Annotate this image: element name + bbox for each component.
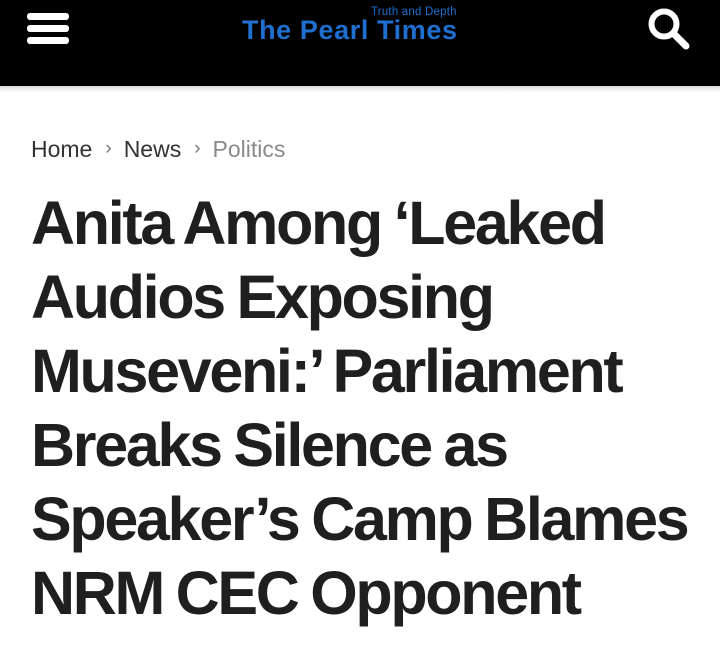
menu-bar [27,13,69,20]
breadcrumb-news-link[interactable]: News [124,136,182,163]
article-title-line: Anita Among ‘Leaked [31,189,607,257]
article-title-line: Museveni:’ Parliament [31,337,624,405]
site-name: The Pearl Times [242,15,458,45]
article-title-line: NRM CEC Opponent [31,559,582,627]
article-title-line: Audios Exposing [31,263,495,331]
menu-bar [27,25,69,32]
menu-bar [27,37,69,44]
site-logo[interactable]: Truth and Depth The Pearl Times [242,6,482,46]
search-icon-graphic [648,8,690,50]
article-title: Anita Among ‘Leaked Audios Exposing Muse… [31,186,701,630]
header-shadow [0,86,720,92]
chevron-right-icon: › [194,138,201,159]
breadcrumb: Home › News › Politics [31,133,285,165]
hamburger-menu-icon[interactable] [27,13,69,44]
article-title-line: Breaks Silence as [31,411,509,479]
search-icon[interactable] [646,6,692,52]
breadcrumb-current-politics: Politics [212,135,286,162]
breadcrumb-home-link[interactable]: Home [31,136,92,163]
article-title-line: Speaker’s Camp Blames [31,485,690,553]
chevron-right-icon: › [105,138,112,159]
site-header: Truth and Depth The Pearl Times [0,0,720,86]
